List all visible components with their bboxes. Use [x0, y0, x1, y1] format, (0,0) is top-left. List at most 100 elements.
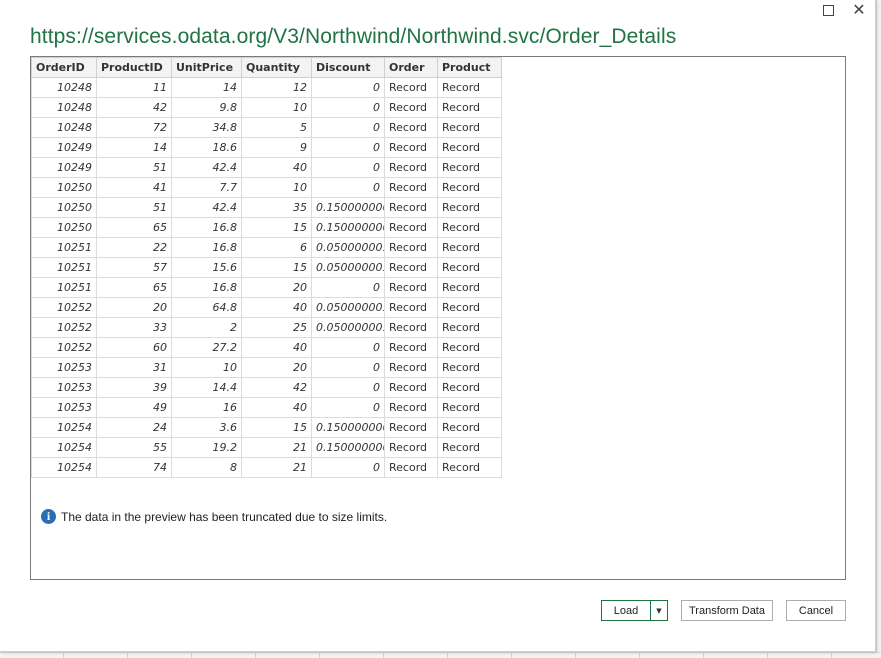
maximize-button[interactable] — [813, 0, 843, 20]
table-cell: Record — [437, 177, 502, 198]
table-cell: 0 — [311, 97, 385, 118]
data-preview-panel: OrderID ProductID UnitPrice Quantity Discoun… — [30, 56, 846, 580]
table-cell: 0.050000001 — [311, 297, 385, 318]
table-cell: 0 — [311, 377, 385, 398]
maximize-icon — [822, 4, 834, 16]
dialog-title: https://services.odata.org/V3/Northwind/… — [30, 25, 677, 48]
column-header-unitprice[interactable]: UnitPrice — [171, 57, 242, 78]
table-cell: 42.4 — [171, 157, 242, 178]
table-row: 10254 24 3.6 15 0.150000006 Record Record — [31, 417, 502, 438]
table-cell: Record — [437, 377, 502, 398]
table-cell: 10253 — [31, 357, 97, 378]
table-cell: 60 — [96, 337, 172, 358]
table-cell: 16.8 — [171, 237, 242, 258]
column-header-quantity[interactable]: Quantity — [241, 57, 312, 78]
table-cell: 40 — [241, 297, 312, 318]
table-cell: Record — [437, 257, 502, 278]
table-cell: Record — [437, 137, 502, 158]
table-row: 10251 65 16.8 20 0 Record Record — [31, 277, 502, 298]
data-preview-table: OrderID ProductID UnitPrice Quantity Discoun… — [31, 57, 502, 478]
table-cell: Record — [384, 77, 438, 98]
table-cell: 40 — [241, 397, 312, 418]
table-cell: Record — [437, 277, 502, 298]
table-cell: 10254 — [31, 417, 97, 438]
table-cell: 0.150000006 — [311, 217, 385, 238]
load-dropdown-arrow-icon[interactable]: ▼ — [651, 601, 667, 620]
table-cell: 65 — [96, 277, 172, 298]
table-cell: 21 — [241, 437, 312, 458]
table-cell: Record — [437, 117, 502, 138]
table-cell: 16.8 — [171, 277, 242, 298]
table-row: 10250 65 16.8 15 0.150000006 Record Record — [31, 217, 502, 238]
table-cell: 0.150000006 — [311, 437, 385, 458]
table-cell: 27.2 — [171, 337, 242, 358]
table-cell: 51 — [96, 197, 172, 218]
table-cell: Record — [437, 437, 502, 458]
cancel-button[interactable]: Cancel — [786, 600, 846, 621]
table-cell: Record — [437, 457, 502, 478]
table-cell: 3.6 — [171, 417, 242, 438]
table-row: 10249 14 18.6 9 0 Record Record — [31, 137, 502, 158]
table-cell: 10254 — [31, 457, 97, 478]
column-header-discount[interactable]: Discount — [311, 57, 385, 78]
table-cell: 40 — [241, 157, 312, 178]
table-cell: Record — [437, 317, 502, 338]
table-cell: Record — [384, 117, 438, 138]
table-cell: Record — [384, 397, 438, 418]
table-cell: Record — [437, 237, 502, 258]
table-cell: Record — [384, 437, 438, 458]
table-cell: 10251 — [31, 257, 97, 278]
table-cell: 15 — [241, 417, 312, 438]
table-cell: 16 — [171, 397, 242, 418]
table-cell: 10250 — [31, 217, 97, 238]
table-cell: Record — [437, 77, 502, 98]
table-cell: Record — [384, 177, 438, 198]
table-cell: Record — [384, 157, 438, 178]
table-row: 10249 51 42.4 40 0 Record Record — [31, 157, 502, 178]
table-cell: 10248 — [31, 97, 97, 118]
table-cell: 14.4 — [171, 377, 242, 398]
table-cell: 0.050000001 — [311, 317, 385, 338]
transform-data-button[interactable]: Transform Data — [681, 600, 773, 621]
table-cell: 0.150000006 — [311, 417, 385, 438]
column-header-product[interactable]: Product — [437, 57, 502, 78]
table-cell: 41 — [96, 177, 172, 198]
table-cell: 18.6 — [171, 137, 242, 158]
table-cell: 10251 — [31, 237, 97, 258]
table-row: 10252 33 2 25 0.050000001 Record Record — [31, 317, 502, 338]
table-row: 10253 31 10 20 0 Record Record — [31, 357, 502, 378]
table-cell: 10248 — [31, 117, 97, 138]
table-cell: 5 — [241, 117, 312, 138]
table-row: 10248 11 14 12 0 Record Record — [31, 77, 502, 98]
table-cell: 21 — [241, 457, 312, 478]
table-cell: 16.8 — [171, 217, 242, 238]
table-cell: 10253 — [31, 397, 97, 418]
table-row: 10248 72 34.8 5 0 Record Record — [31, 117, 502, 138]
table-cell: Record — [384, 137, 438, 158]
table-cell: Record — [384, 357, 438, 378]
table-cell: 10250 — [31, 197, 97, 218]
load-button[interactable]: Load — [602, 601, 651, 620]
table-cell: 14 — [171, 77, 242, 98]
table-cell: 12 — [241, 77, 312, 98]
table-cell: Record — [437, 357, 502, 378]
table-cell: 10 — [171, 357, 242, 378]
table-cell: 0.150000006 — [311, 197, 385, 218]
table-cell: 25 — [241, 317, 312, 338]
table-cell: Record — [437, 337, 502, 358]
table-cell: Record — [384, 97, 438, 118]
table-cell: Record — [384, 457, 438, 478]
table-cell: 9 — [241, 137, 312, 158]
column-header-orderid[interactable]: OrderID — [31, 57, 97, 78]
table-cell: 0 — [311, 177, 385, 198]
table-cell: 10250 — [31, 177, 97, 198]
column-header-productid[interactable]: ProductID — [96, 57, 172, 78]
table-row: 10251 57 15.6 15 0.050000001 Record Record — [31, 257, 502, 278]
table-cell: 0 — [311, 457, 385, 478]
table-cell: 8 — [171, 457, 242, 478]
close-button[interactable]: ✕ — [844, 0, 874, 20]
table-cell: 20 — [241, 277, 312, 298]
column-header-order[interactable]: Order — [384, 57, 438, 78]
table-cell: 72 — [96, 117, 172, 138]
table-cell: 9.8 — [171, 97, 242, 118]
